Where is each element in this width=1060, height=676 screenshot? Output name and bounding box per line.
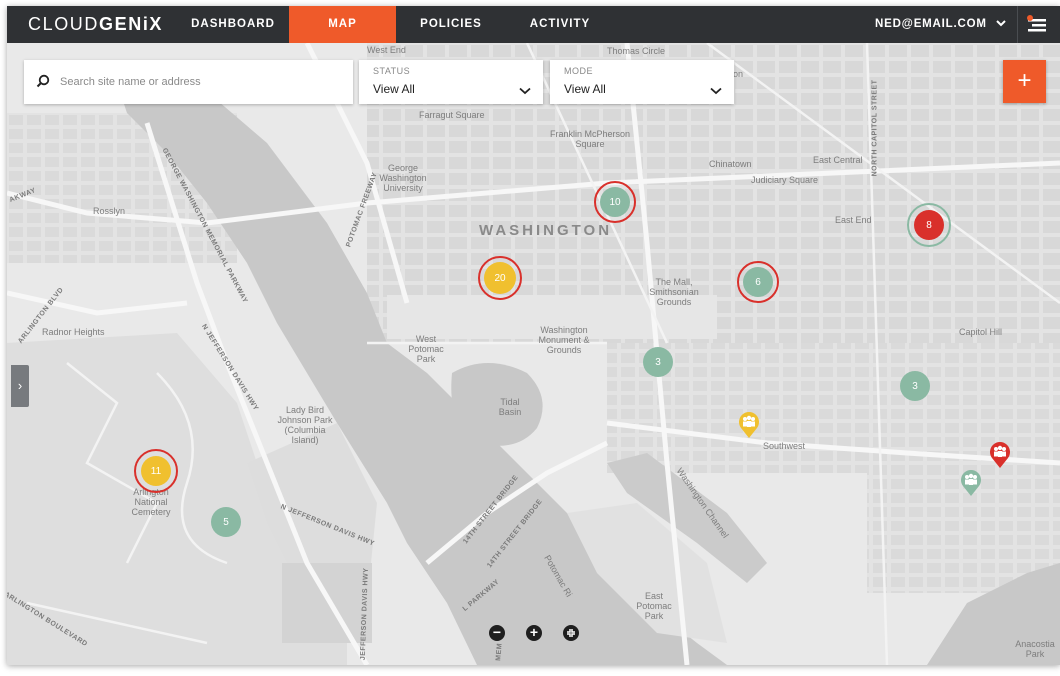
- map-label-place: Chinatown: [709, 159, 752, 169]
- mode-dropdown-label: MODE: [564, 66, 593, 76]
- brand-logo-bold: GENiX: [99, 14, 164, 34]
- map-canvas[interactable]: WASHINGTON West End Thomas Circle Farrag…: [7, 43, 1060, 665]
- map-label-place: Franklin McPherson Square: [549, 129, 631, 149]
- map-label-place: West Potomac Park: [408, 334, 444, 364]
- status-dropdown-value: View All: [373, 82, 415, 96]
- site-cluster-marker[interactable]: 6: [743, 267, 773, 297]
- map-label-city: WASHINGTON: [479, 222, 613, 239]
- map-label-place: Judiciary Square: [751, 175, 819, 185]
- map-label-place: Southwest: [763, 441, 806, 451]
- nav-tab-map[interactable]: MAP: [289, 6, 396, 43]
- site-cluster-marker[interactable]: 3: [643, 347, 673, 377]
- site-cluster-marker[interactable]: 10: [600, 187, 630, 217]
- map-label-place: on: [733, 69, 744, 79]
- menu-notification-icon[interactable]: [1025, 15, 1049, 35]
- map-label-place: The Mall, Smithsonian Grounds: [649, 277, 699, 307]
- map-label-place: East End: [835, 215, 872, 225]
- nav-tab-dashboard[interactable]: DASHBOARD: [185, 6, 281, 43]
- divider: [1017, 6, 1018, 43]
- map-label-street: MEM: [495, 642, 504, 662]
- status-dropdown[interactable]: STATUS View All: [359, 60, 543, 104]
- map-label-street: NORTH CAPITOL STREET: [871, 79, 879, 177]
- brand-logo-light: CLOUD: [28, 14, 100, 34]
- map-label-place: East Potomac Park: [636, 591, 672, 621]
- site-cluster-marker[interactable]: 3: [900, 371, 930, 401]
- fit-to-screen-icon: [567, 629, 575, 637]
- user-email: NED@EMAIL.COM: [875, 18, 987, 30]
- map-label-place: Thomas Circle: [607, 46, 666, 56]
- site-cluster-marker[interactable]: 5: [211, 507, 241, 537]
- app-window: CLOUDGENiX DASHBOARD MAP POLICIES ACTIVI…: [7, 6, 1060, 665]
- map-label-place: Rosslyn: [93, 206, 126, 216]
- zoom-in-button[interactable]: +: [526, 625, 542, 641]
- chevron-down-icon: [519, 82, 531, 100]
- nav-tab-activity[interactable]: ACTIVITY: [515, 6, 605, 43]
- map-label-place: Washington Monument & Grounds: [538, 325, 590, 355]
- sidebar-expand-button[interactable]: ›: [11, 365, 29, 407]
- chevron-down-icon: [993, 19, 1007, 30]
- map-label-place: Tidal Basin: [498, 397, 522, 417]
- nav-tab-policies[interactable]: POLICIES: [407, 6, 495, 43]
- group-pin-icon[interactable]: [959, 467, 983, 502]
- search-box: [24, 60, 353, 104]
- mode-dropdown-value: View All: [564, 82, 606, 96]
- group-pin-icon[interactable]: [988, 439, 1012, 474]
- map-label-place: Lady Bird Johnson Park (Columbia Island): [277, 405, 333, 445]
- group-pin-icon[interactable]: [737, 409, 761, 444]
- map-label-place: Capitol Hill: [959, 327, 1003, 337]
- map-label-place: Anacostia Park: [1015, 639, 1055, 659]
- search-input[interactable]: [58, 70, 342, 94]
- site-cluster-marker[interactable]: 20: [484, 262, 516, 294]
- map-label-place: Radnor Heights: [42, 327, 105, 337]
- top-navigation-bar: CLOUDGENiX DASHBOARD MAP POLICIES ACTIVI…: [7, 6, 1060, 43]
- site-cluster-marker[interactable]: 8: [914, 210, 944, 240]
- chevron-down-icon: [710, 82, 722, 100]
- brand-logo[interactable]: CLOUDGENiX: [28, 14, 163, 35]
- add-site-button[interactable]: +: [1003, 60, 1046, 103]
- fit-to-screen-button[interactable]: [563, 625, 579, 641]
- map-label-place: Farragut Square: [419, 110, 485, 120]
- map-label-place: George Washington University: [379, 163, 427, 193]
- mode-dropdown[interactable]: MODE View All: [550, 60, 734, 104]
- map-label-place: West End: [367, 45, 406, 55]
- site-cluster-marker[interactable]: 11: [141, 456, 171, 486]
- map-label-place: East Central: [813, 155, 863, 165]
- search-icon: [36, 74, 50, 93]
- user-account-menu[interactable]: NED@EMAIL.COM: [875, 6, 1007, 43]
- zoom-out-button[interactable]: −: [489, 625, 505, 641]
- status-dropdown-label: STATUS: [373, 66, 411, 76]
